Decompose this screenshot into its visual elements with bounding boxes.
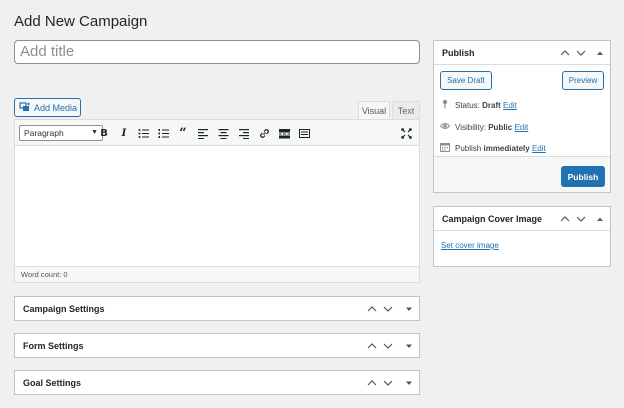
bulleted-list-icon[interactable] (136, 126, 150, 140)
cover-image-box: Campaign Cover Image Set cover image (433, 206, 611, 267)
goal-settings-box[interactable]: Goal Settings (14, 370, 420, 395)
publish-date-row: Publish immediately Edit (440, 142, 546, 154)
status-label: Status: (455, 100, 480, 110)
edit-status-link[interactable]: Edit (503, 101, 517, 110)
bold-icon[interactable]: B (97, 126, 111, 140)
align-right-icon[interactable] (236, 126, 250, 140)
publish-actions: Publish (434, 156, 610, 192)
goal-settings-header[interactable]: Goal Settings (15, 371, 419, 395)
edit-publish-date-link[interactable]: Edit (532, 144, 546, 153)
calendar-icon (440, 142, 450, 154)
add-media-label: Add Media (34, 102, 78, 113)
collapse-toggle-icon[interactable] (403, 302, 415, 316)
campaign-settings-header[interactable]: Campaign Settings (15, 297, 419, 321)
format-select-value: Paragraph (24, 128, 64, 138)
numbered-list-icon[interactable] (156, 126, 170, 140)
italic-icon[interactable]: I (117, 126, 131, 140)
collapse-toggle-icon[interactable] (403, 376, 415, 390)
chevron-up-icon[interactable] (366, 339, 378, 353)
format-select[interactable]: Paragraph ▼ (19, 125, 103, 141)
chevron-down-icon[interactable] (575, 46, 587, 60)
chevron-down-icon[interactable] (382, 376, 394, 390)
content-editor: Paragraph ▼ B I “ Word count: 0 (14, 119, 420, 283)
chevron-up-icon[interactable] (366, 376, 378, 390)
collapse-toggle-icon[interactable] (594, 46, 606, 60)
chevron-down-icon[interactable] (575, 212, 587, 226)
form-settings-box[interactable]: Form Settings (14, 333, 420, 358)
title-input[interactable]: Add title (14, 40, 420, 64)
word-count: Word count: 0 (15, 266, 419, 282)
status-row: Status: Draft Edit (440, 99, 517, 111)
chevron-down-icon[interactable] (382, 302, 394, 316)
publish-box-title: Publish (442, 47, 475, 58)
chevron-up-icon[interactable] (366, 302, 378, 316)
align-left-icon[interactable] (196, 126, 210, 140)
align-center-icon[interactable] (216, 126, 230, 140)
eye-icon (439, 121, 451, 133)
publish-box: Publish Save Draft Preview Status: Draft… (433, 40, 611, 193)
collapse-toggle-icon[interactable] (403, 339, 415, 353)
cover-image-box-header: Campaign Cover Image (434, 207, 610, 231)
goal-settings-title: Goal Settings (23, 378, 82, 388)
add-media-icon (19, 101, 31, 115)
add-media-button[interactable]: Add Media (14, 98, 81, 117)
publish-box-header: Publish (434, 41, 610, 65)
chevron-up-icon[interactable] (559, 212, 571, 226)
chevron-up-icon[interactable] (559, 46, 571, 60)
editor-content-area[interactable] (15, 146, 419, 266)
tab-text[interactable]: Text (392, 101, 420, 120)
publish-button[interactable]: Publish (561, 166, 605, 187)
collapse-toggle-icon[interactable] (594, 212, 606, 226)
chevron-down-icon[interactable] (382, 339, 394, 353)
editor-toolbar: Paragraph ▼ B I “ (15, 120, 419, 146)
blockquote-icon[interactable]: “ (176, 126, 190, 141)
campaign-settings-title: Campaign Settings (23, 304, 105, 314)
cover-image-box-title: Campaign Cover Image (442, 213, 543, 224)
page-title: Add New Campaign (14, 13, 148, 30)
preview-button[interactable]: Preview (562, 71, 604, 90)
form-settings-title: Form Settings (23, 341, 84, 351)
visibility-label: Visibility: (455, 122, 486, 132)
fullscreen-icon[interactable] (399, 126, 413, 140)
link-icon[interactable] (257, 126, 271, 140)
publish-label: Publish (455, 143, 482, 153)
edit-visibility-link[interactable]: Edit (514, 123, 528, 132)
visibility-value: Public (488, 122, 513, 132)
pin-icon (440, 99, 450, 111)
form-settings-header[interactable]: Form Settings (15, 334, 419, 358)
set-cover-image-link[interactable]: Set cover image (441, 241, 499, 250)
campaign-settings-box[interactable]: Campaign Settings (14, 296, 420, 321)
status-value: Draft (482, 100, 501, 110)
publish-when: immediately (483, 143, 530, 153)
toolbar-toggle-icon[interactable] (297, 126, 311, 140)
visibility-row: Visibility: Public Edit (439, 121, 528, 133)
tab-visual[interactable]: Visual (358, 101, 390, 120)
read-more-icon[interactable] (277, 126, 291, 140)
save-draft-button[interactable]: Save Draft (440, 71, 492, 90)
